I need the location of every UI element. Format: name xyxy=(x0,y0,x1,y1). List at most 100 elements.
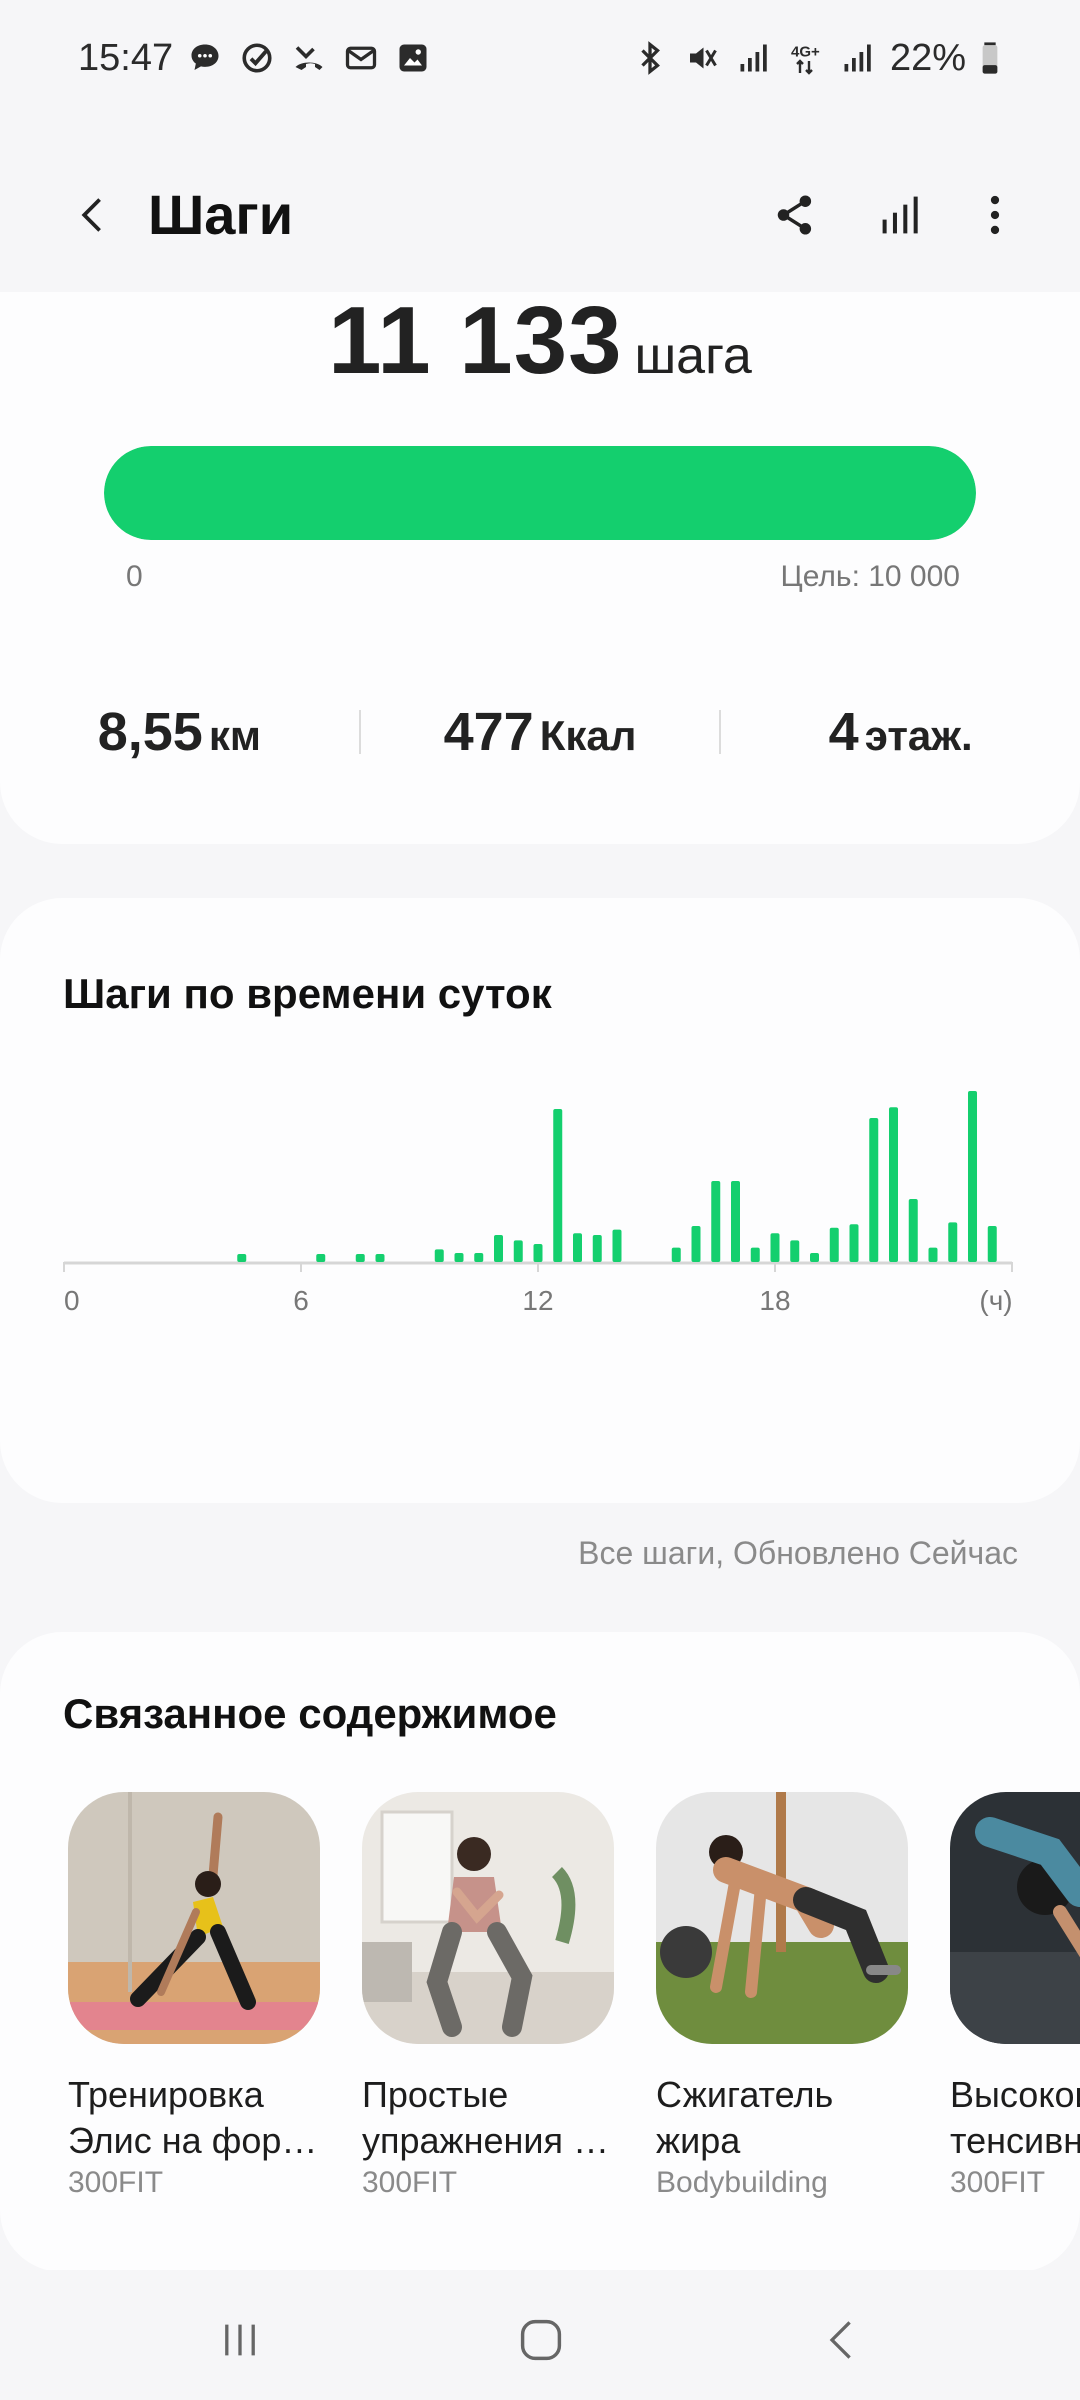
chart-tick-label: (ч) xyxy=(979,1285,1012,1316)
related-item-source: 300FIT xyxy=(362,2166,458,2199)
calories-value: 477 xyxy=(443,702,534,762)
related-item[interactable]: Тренировка Элис на фор… 300FIT xyxy=(68,1792,320,2200)
chart-bar xyxy=(592,1235,602,1262)
chart-bar xyxy=(671,1247,681,1262)
chart-button[interactable] xyxy=(866,180,936,250)
more-icon xyxy=(990,195,1000,235)
check-circle-icon xyxy=(237,38,277,78)
related-item-title: Простые упражнения … xyxy=(362,2072,622,2164)
back-button[interactable] xyxy=(58,180,128,250)
chart-bar xyxy=(237,1254,247,1262)
chart-bar xyxy=(691,1226,701,1262)
chart-bar xyxy=(987,1226,997,1262)
nav-back-button[interactable] xyxy=(808,2310,878,2370)
chart-bar xyxy=(770,1233,780,1262)
chart-bar xyxy=(889,1107,898,1262)
chart-bar xyxy=(810,1253,819,1262)
floors-unit: этаж. xyxy=(864,712,973,759)
chart-tick-label: 12 xyxy=(522,1285,553,1316)
back-icon xyxy=(829,2321,851,2359)
calories-unit: Ккал xyxy=(539,712,637,759)
workout-thumbnail xyxy=(362,1792,614,2044)
recents-icon xyxy=(225,2324,255,2356)
chart-bar xyxy=(533,1244,543,1262)
progress-goal-label: Цель: 10 000 xyxy=(780,560,960,593)
chart-bar xyxy=(474,1253,484,1262)
chart-bar xyxy=(513,1240,523,1262)
title-line: жира xyxy=(656,2120,741,2161)
related-item-title: Тренировка Элис на фор… xyxy=(68,2072,328,2164)
chart-bar xyxy=(869,1118,879,1262)
battery-percent: 22% xyxy=(889,36,966,79)
related-content-list[interactable]: Тренировка Элис на фор… 300FIT Простые у… xyxy=(68,1792,1080,2232)
update-status: Все шаги, Обновлено Сейчас xyxy=(578,1535,1018,1571)
workout-thumbnail xyxy=(656,1792,908,2044)
progress-min-label: 0 xyxy=(126,560,143,593)
bluetooth-icon xyxy=(630,38,670,78)
chart-bar xyxy=(355,1254,365,1262)
title-line: Высокоин xyxy=(950,2074,1080,2115)
steps-count: 11 133 xyxy=(328,287,623,394)
chart-bar xyxy=(612,1229,622,1262)
home-button[interactable] xyxy=(506,2310,576,2370)
related-item[interactable]: Сжигатель жира Bodybuilding xyxy=(656,1792,908,2200)
chart-tick-label: 18 xyxy=(759,1285,790,1316)
4g-data-icon: 4G+ xyxy=(786,38,826,78)
chart-bar xyxy=(711,1181,721,1262)
related-item-source: 300FIT xyxy=(68,2166,164,2199)
chart-bar xyxy=(731,1181,740,1262)
status-bar: 15:47 4G+ 22% xyxy=(0,0,1080,116)
chart-bar xyxy=(849,1224,859,1262)
related-item-title: Высокоин тенсивн xyxy=(950,2072,1080,2164)
chart-tick-label: 6 xyxy=(293,1285,309,1316)
steps-progress-fill xyxy=(104,446,976,540)
chart-bar xyxy=(494,1235,503,1262)
chart-bar xyxy=(573,1233,582,1262)
chart-icon xyxy=(882,196,918,234)
chart-bar xyxy=(434,1249,444,1262)
status-right: 4G+ 22% xyxy=(630,37,1002,80)
gallery-icon xyxy=(393,38,433,78)
steps-summary-card: 11 133 шага 0 Цель: 10 000 8,55 км 477 Ккал… xyxy=(0,287,1080,844)
more-options-button[interactable] xyxy=(960,180,1030,250)
chart-bar xyxy=(375,1254,385,1262)
chart-tick-label: 0 xyxy=(64,1285,80,1316)
chart-bar xyxy=(750,1247,760,1262)
distance-value: 8,55 xyxy=(97,702,203,762)
signal-icon xyxy=(734,38,774,78)
related-item[interactable]: Простые упражнения … 300FIT xyxy=(362,1792,614,2200)
status-time: 15:47 xyxy=(78,36,174,79)
chart-bar xyxy=(948,1222,958,1262)
title-line: Сжигатель xyxy=(656,2074,834,2115)
home-icon xyxy=(520,2319,562,2361)
chevron-left-icon xyxy=(81,198,101,232)
mute-icon xyxy=(682,38,722,78)
status-left: 15:47 xyxy=(78,37,433,80)
missed-call-icon xyxy=(289,38,329,78)
svg-text:4G+: 4G+ xyxy=(791,44,820,61)
hourly-steps-card[interactable]: Шаги по времени суток 0 6 12 18 (ч) xyxy=(0,898,1080,1503)
chart-bar xyxy=(316,1254,326,1262)
chart-bar xyxy=(968,1091,977,1262)
steps-unit: шага xyxy=(634,327,752,385)
related-item[interactable]: Высокоин тенсивн 300FIT xyxy=(950,1792,1080,2200)
hourly-steps-title: Шаги по времени суток xyxy=(63,970,552,1017)
chart-bar xyxy=(553,1109,563,1262)
workout-thumbnail xyxy=(950,1792,1080,2044)
chart-bar xyxy=(928,1247,938,1262)
steps-progress-bar xyxy=(104,446,976,540)
related-content-card: Связанное содержимое Тренировка Элис на … xyxy=(0,1632,1080,2272)
battery-icon xyxy=(978,38,1002,78)
recents-button[interactable] xyxy=(205,2310,275,2370)
signal-icon xyxy=(838,38,878,78)
share-icon xyxy=(777,195,812,235)
share-button[interactable] xyxy=(760,180,830,250)
distance-unit: км xyxy=(208,712,261,759)
metrics-row: 8,55 км 477 Ккал 4 этаж. xyxy=(0,692,1080,772)
hourly-steps-chart: 0 6 12 18 (ч) xyxy=(63,1091,1013,1316)
title-line: Тренировка xyxy=(68,2074,264,2115)
app-bar: Шаги xyxy=(0,150,1080,280)
mail-icon xyxy=(341,38,381,78)
floors-metric: 4 этаж. xyxy=(721,701,1080,763)
related-item-source: Bodybuilding xyxy=(656,2166,828,2199)
